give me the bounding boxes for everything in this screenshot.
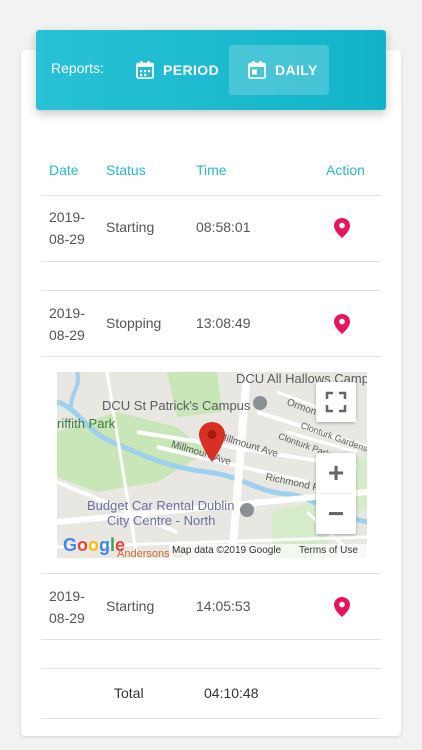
tab-daily-label: DAILY	[275, 62, 318, 78]
reports-header: Reports: PERIOD DAILY	[36, 30, 386, 110]
tab-daily[interactable]: DAILY	[229, 45, 329, 95]
fullscreen-icon	[325, 391, 347, 413]
total-value: 04:10:48	[204, 685, 259, 701]
map-marker-icon[interactable]	[199, 422, 225, 462]
row-date-year: 2019-	[49, 588, 85, 604]
google-logo: Google	[63, 535, 126, 555]
row-status: Starting	[106, 598, 155, 614]
map-label: City Centre - North	[107, 513, 216, 528]
location-map[interactable]: DCU All Hallows Camp DCU St Patrick's Ca…	[57, 372, 367, 558]
column-header-time: Time	[196, 162, 227, 178]
column-header-date: Date	[49, 162, 79, 178]
tab-period[interactable]: PERIOD	[134, 45, 220, 95]
divider	[41, 573, 381, 574]
row-date: 2019- 08-29	[49, 585, 93, 629]
row-status: Stopping	[106, 315, 162, 331]
map-label: Budget Car Rental Dublin	[87, 498, 235, 513]
map-label: DCU St Patrick's Campus	[102, 398, 251, 413]
total-label: Total	[114, 685, 144, 701]
divider	[41, 668, 381, 669]
divider	[41, 356, 381, 357]
row-time: 08:58:01	[196, 219, 251, 235]
calendar-day-icon	[247, 60, 267, 80]
divider	[41, 718, 381, 719]
location-pin-icon[interactable]	[334, 314, 350, 334]
row-date-rest: 08-29	[49, 610, 85, 626]
row-date-year: 2019-	[49, 305, 85, 321]
zoom-in-button[interactable]: +	[316, 453, 356, 493]
row-date: 2019- 08-29	[49, 206, 93, 250]
map-label: riffith Park	[57, 416, 116, 431]
calendar-icon	[135, 60, 155, 80]
zoom-controls: + −	[316, 453, 356, 534]
map-data-attribution: Map data ©2019 Google	[172, 545, 282, 556]
divider	[41, 261, 381, 262]
row-date-rest: 08-29	[49, 231, 85, 247]
row-time: 14:05:53	[196, 598, 251, 614]
row-date-year: 2019-	[49, 209, 85, 225]
reports-label: Reports:	[51, 60, 104, 76]
divider	[41, 290, 381, 291]
zoom-out-button[interactable]: −	[316, 494, 356, 534]
map-terms-link[interactable]: Terms of Use	[299, 545, 358, 556]
column-header-status: Status	[106, 162, 146, 178]
divider	[41, 195, 381, 196]
row-date-rest: 08-29	[49, 327, 85, 343]
location-pin-icon[interactable]	[334, 597, 350, 617]
tab-period-label: PERIOD	[163, 62, 220, 78]
divider	[41, 639, 381, 640]
row-date: 2019- 08-29	[49, 302, 93, 346]
fullscreen-button[interactable]	[316, 382, 356, 422]
location-pin-icon[interactable]	[334, 218, 350, 238]
row-time: 13:08:49	[196, 315, 251, 331]
column-header-action: Action	[326, 162, 365, 178]
row-status: Starting	[106, 219, 155, 235]
